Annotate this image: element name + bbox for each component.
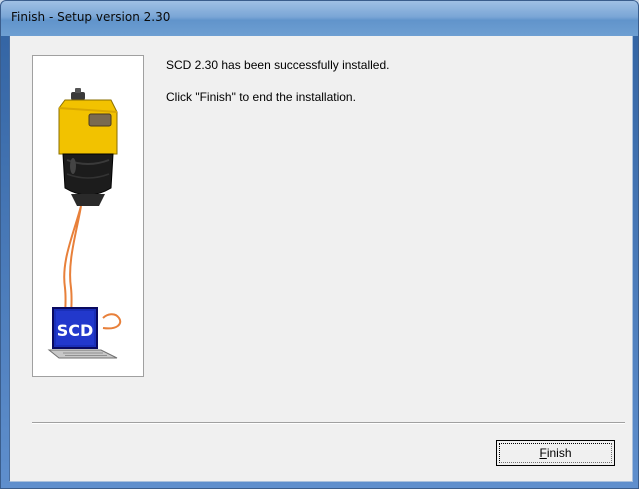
finish-button[interactable]: Finish (496, 440, 615, 466)
scanner-laptop-icon: SCD (47, 88, 122, 359)
divider (32, 422, 625, 424)
instruction-message: Click "Finish" to end the installation. (166, 90, 356, 104)
finish-accel: F (539, 446, 547, 460)
success-message: SCD 2.30 has been successfully installed… (166, 58, 390, 72)
setup-window: Finish - Setup version 2.30 SCD SCD 2.30… (0, 0, 639, 489)
dialog-content: SCD SCD 2.30 has been successfully insta… (9, 36, 633, 482)
screen-label: SCD (57, 321, 94, 340)
title-bar[interactable]: Finish - Setup version 2.30 (1, 1, 638, 36)
cable-end (102, 313, 122, 330)
finish-label: inish (546, 446, 572, 460)
setup-illustration: SCD (32, 55, 144, 377)
finish-button-focus: Finish (499, 443, 612, 463)
window-title: Finish - Setup version 2.30 (11, 10, 171, 24)
